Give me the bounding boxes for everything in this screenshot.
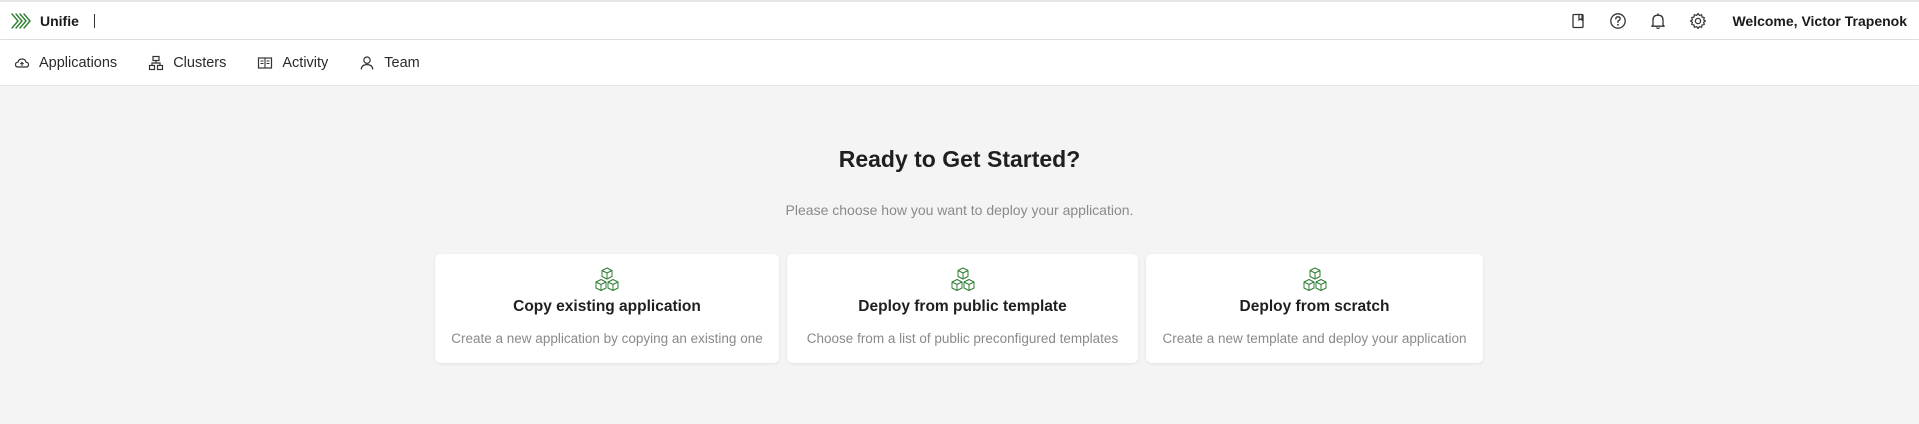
top-bar: Unifie Welcome, Victor Trapenok — [0, 2, 1919, 40]
nav-item-applications[interactable]: Applications — [14, 40, 117, 85]
main-nav: Applications Clusters Activity Team — [0, 40, 1919, 86]
card-description: Choose from a list of public preconfigur… — [806, 331, 1119, 346]
cubes-icon — [1301, 267, 1329, 293]
gear-icon[interactable] — [1688, 11, 1708, 31]
brand-name: Unifie — [40, 12, 79, 29]
brand-divider — [93, 13, 95, 28]
welcome-user[interactable]: Welcome, Victor Trapenok — [1732, 13, 1907, 29]
help-icon[interactable] — [1608, 11, 1628, 31]
cubes-icon — [949, 267, 977, 293]
card-deploy-from-public-template[interactable]: Deploy from public template Choose from … — [787, 254, 1138, 363]
cluster-icon — [148, 55, 164, 71]
card-description: Create a new template and deploy your ap… — [1162, 331, 1467, 346]
unifie-logo-icon — [10, 10, 32, 32]
bell-icon[interactable] — [1648, 11, 1668, 31]
top-actions: Welcome, Victor Trapenok — [1568, 2, 1919, 39]
card-deploy-from-scratch[interactable]: Deploy from scratch Create a new templat… — [1146, 254, 1483, 363]
card-title: Deploy from public template — [858, 298, 1067, 315]
nav-item-team[interactable]: Team — [359, 40, 420, 85]
card-title: Deploy from scratch — [1239, 298, 1390, 315]
page-title: Ready to Get Started? — [838, 146, 1081, 172]
main-content: Ready to Get Started? Please choose how … — [0, 87, 1919, 424]
card-copy-existing-application[interactable]: Copy existing application Create a new a… — [435, 254, 779, 363]
user-icon — [359, 55, 375, 71]
brand[interactable]: Unifie — [10, 2, 95, 39]
nav-label: Team — [384, 54, 420, 71]
cloud-icon — [14, 55, 30, 71]
nav-label: Clusters — [173, 54, 227, 71]
nav-item-activity[interactable]: Activity — [257, 40, 328, 85]
cubes-icon — [593, 267, 621, 293]
nav-label: Applications — [39, 54, 118, 71]
page-subtitle: Please choose how you want to deploy you… — [785, 202, 1134, 218]
nav-label: Activity — [282, 54, 329, 71]
activity-icon — [257, 55, 273, 71]
nav-item-clusters[interactable]: Clusters — [148, 40, 226, 85]
card-title: Copy existing application — [513, 298, 701, 315]
app-window: Unifie Welcome, Victor Trapenok Applicat… — [0, 0, 1919, 424]
docs-icon[interactable] — [1568, 11, 1588, 31]
card-description: Create a new application by copying an e… — [451, 331, 763, 346]
